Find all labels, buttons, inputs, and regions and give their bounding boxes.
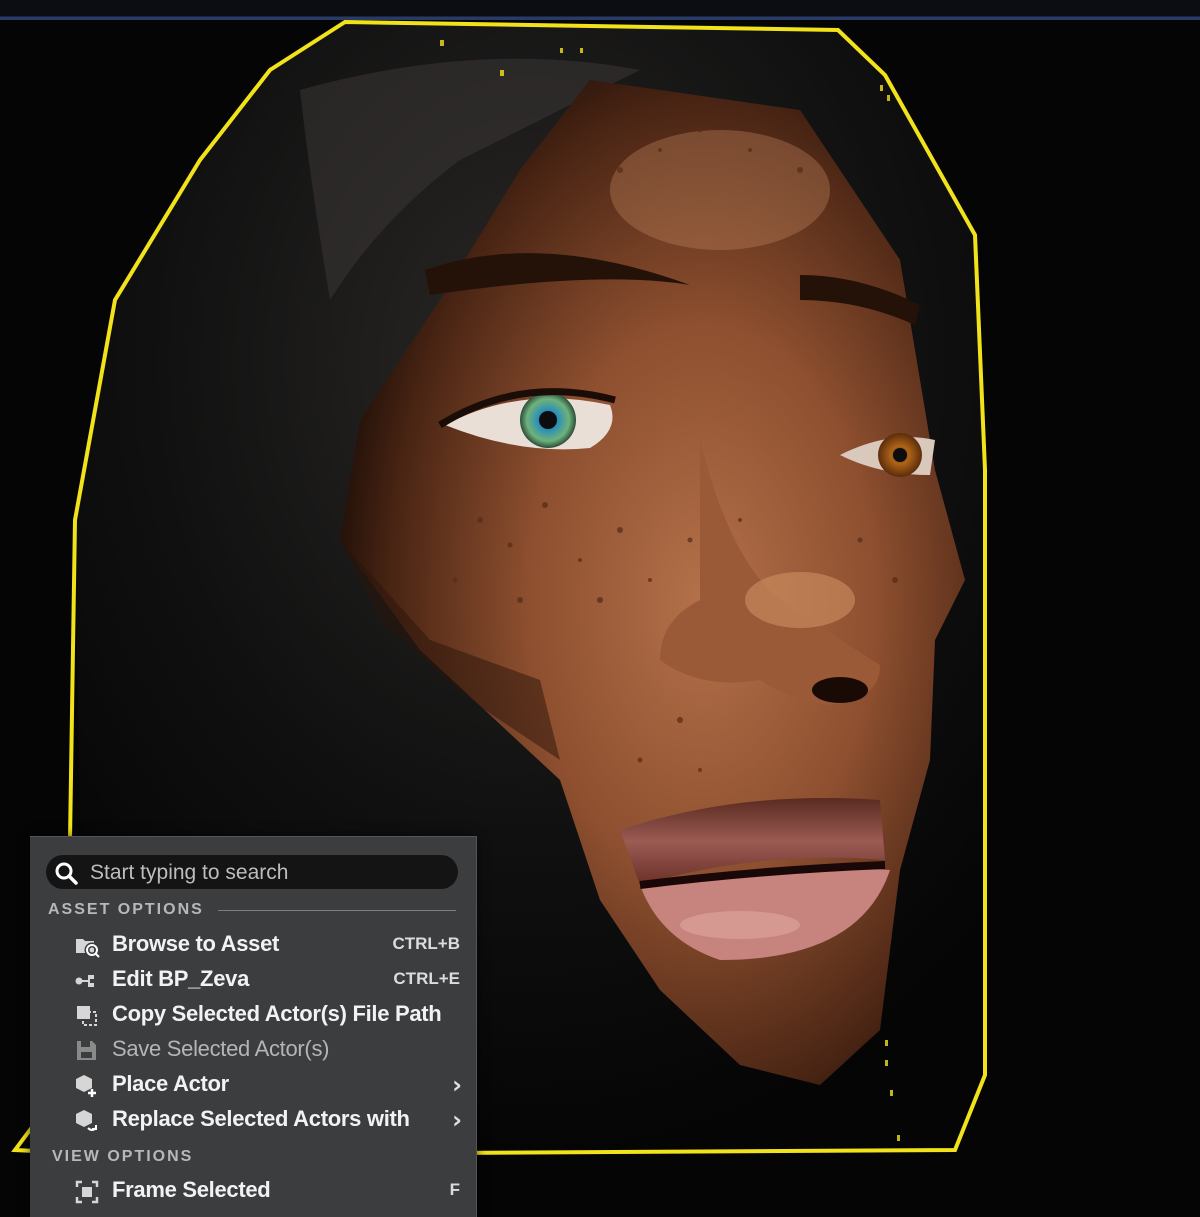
search-box[interactable]: Start typing to search [46, 855, 458, 889]
blueprint-edit-icon [74, 968, 100, 994]
menu-item-save-actors[interactable]: Save Selected Actor(s) [70, 1034, 462, 1066]
save-icon [74, 1038, 100, 1064]
replace-actor-icon [74, 1108, 100, 1134]
section-view-options: VIEW OPTIONS [52, 1148, 194, 1165]
browse-folder-icon [74, 933, 100, 959]
section-divider [218, 910, 456, 911]
frame-selected-icon [74, 1179, 100, 1205]
menu-item-edit-blueprint[interactable]: Edit BP_Zeva CTRL+E [70, 964, 462, 996]
shortcut-label: CTRL+B [392, 934, 460, 953]
place-actor-icon [74, 1073, 100, 1099]
shortcut-label: F [449, 1180, 460, 1199]
chevron-right-icon: › [452, 1106, 462, 1134]
copy-path-icon [74, 1003, 100, 1029]
context-menu: Start typing to search ASSET OPTIONS Bro… [30, 836, 477, 1217]
section-asset-options: ASSET OPTIONS [48, 901, 456, 919]
search-icon [54, 861, 78, 885]
search-input[interactable]: Start typing to search [90, 861, 288, 885]
menu-item-frame-selected[interactable]: Frame Selected F [70, 1175, 462, 1207]
menu-item-copy-file-path[interactable]: Copy Selected Actor(s) File Path [70, 999, 462, 1031]
menu-item-place-actor[interactable]: Place Actor › [70, 1069, 462, 1101]
menu-item-replace-actors[interactable]: Replace Selected Actors with › [70, 1104, 462, 1136]
chevron-right-icon: › [452, 1071, 462, 1099]
menu-item-browse-to-asset[interactable]: Browse to Asset CTRL+B [70, 929, 462, 961]
shortcut-label: CTRL+E [393, 969, 460, 988]
